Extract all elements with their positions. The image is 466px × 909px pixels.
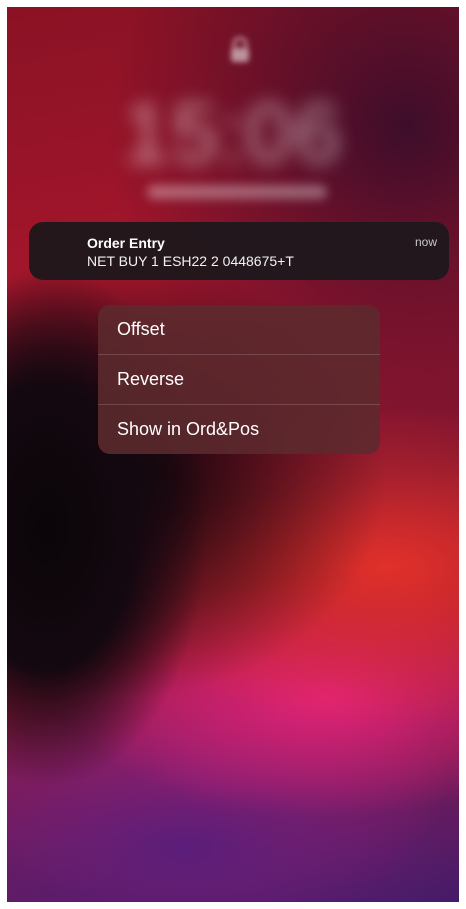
offset-action[interactable]: Offset [98, 305, 380, 355]
lockscreen-clock: 15:06 [122, 86, 344, 180]
show-in-ordpos-action[interactable]: Show in Ord&Pos [98, 405, 380, 454]
lock-icon [231, 37, 249, 62]
notification-body: NET BUY 1 ESH22 2 0448675+T [87, 253, 294, 269]
lockscreen-date [147, 185, 327, 199]
notification-action-menu: Offset Reverse Show in Ord&Pos [98, 305, 380, 454]
lock-screen: 15:06 Order Entry NET BUY 1 ESH22 2 0448… [7, 7, 459, 902]
notification-title: Order Entry [87, 235, 165, 251]
notification-banner[interactable]: Order Entry NET BUY 1 ESH22 2 0448675+T … [29, 222, 449, 280]
reverse-action[interactable]: Reverse [98, 355, 380, 405]
notification-time: now [414, 235, 437, 249]
